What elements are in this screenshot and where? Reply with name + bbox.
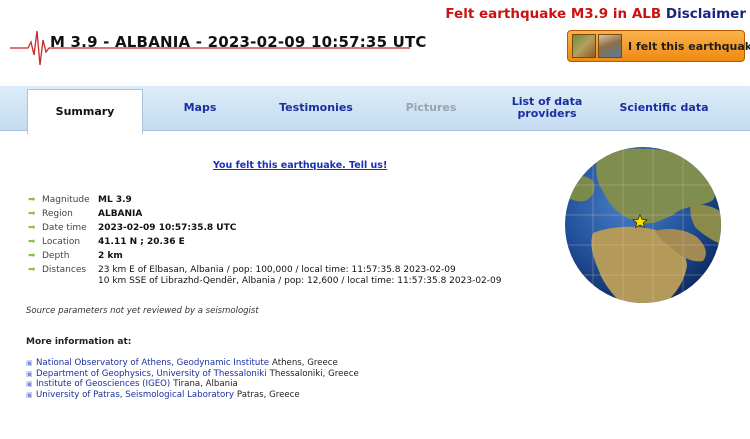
header-felt-banner: Felt earthquake M3.9 in ALB Disclaimer	[445, 6, 746, 22]
distance-line: 23 km E of Elbasan, Albania / pop: 100,0…	[98, 265, 456, 275]
felt-title: Felt earthquake M3.9 in ALB	[445, 6, 662, 22]
param-label: Date time	[42, 223, 87, 233]
event-title: M 3.9 - ALBANIA - 2023-02-09 10:57:35 UT…	[50, 33, 427, 51]
param-value: ALBANIA	[98, 209, 143, 219]
arrow-right-icon: ➡	[28, 265, 36, 275]
list-item: ▣ Department of Geophysics, University o…	[26, 369, 359, 380]
tell-us-link[interactable]: You felt this earthquake. Tell us!	[213, 160, 387, 171]
agency-location: Thessaloniki, Greece	[269, 368, 359, 379]
param-datetime: ➡ Date time 2023-02-09 10:57:35.8 UTC	[28, 223, 236, 236]
more-info-title: More information at:	[26, 337, 132, 347]
photo-thumb-icon	[598, 34, 622, 58]
param-distances: ➡ Distances 23 km E of Elbasan, Albania …	[28, 265, 501, 291]
list-item: ▣ National Observatory of Athens, Geodyn…	[26, 358, 359, 369]
list-item: ▣ Institute of Geosciences (IGEO) Tirana…	[26, 379, 359, 390]
photo-thumb-icon	[572, 34, 596, 58]
param-location: ➡ Location 41.11 N ; 20.36 E	[28, 237, 185, 250]
param-depth: ➡ Depth 2 km	[28, 251, 123, 264]
tab-summary[interactable]: Summary	[27, 89, 143, 134]
review-note: Source parameters not yet reviewed by a …	[26, 306, 259, 316]
agency-link[interactable]: University of Patras, Seismological Labo…	[36, 390, 234, 400]
list-item: ▣ University of Patras, Seismological La…	[26, 390, 359, 401]
agency-link[interactable]: Department of Geophysics, University of …	[36, 369, 267, 379]
disclaimer-link[interactable]: Disclaimer	[666, 6, 746, 22]
i-felt-button[interactable]: I felt this earthquake	[567, 30, 750, 62]
tab-testimonies[interactable]: Testimonies	[270, 86, 362, 130]
param-value: 2023-02-09 10:57:35.8 UTC	[98, 223, 237, 233]
param-label: Location	[42, 237, 81, 247]
agency-link[interactable]: National Observatory of Athens, Geodynam…	[36, 358, 269, 368]
param-label: Magnitude	[42, 195, 90, 205]
param-value: ML 3.9	[98, 195, 132, 205]
tab-label: List of data providers	[511, 95, 583, 120]
param-magnitude: ➡ Magnitude ML 3.9	[28, 195, 132, 208]
tab-data-providers[interactable]: List of data providers	[505, 86, 589, 130]
globe-map[interactable]	[563, 145, 723, 305]
distance-line: 10 km SSE of Librazhd-Qendër, Albania / …	[98, 276, 502, 286]
more-info-list: ▣ National Observatory of Athens, Geodyn…	[26, 358, 359, 400]
arrow-right-icon: ➡	[28, 209, 36, 219]
bullet-icon: ▣	[26, 390, 33, 399]
arrow-right-icon: ➡	[28, 223, 36, 233]
arrow-right-icon: ➡	[28, 237, 36, 247]
agency-location: Athens, Greece	[271, 358, 338, 369]
tab-scientific-data[interactable]: Scientific data	[613, 86, 715, 130]
tab-label: Pictures	[405, 101, 457, 114]
tab-label: Maps	[183, 101, 217, 114]
param-value: 23 km E of Elbasan, Albania / pop: 100,0…	[98, 265, 501, 287]
bullet-icon: ▣	[26, 380, 33, 389]
param-label: Distances	[42, 265, 87, 275]
param-value: 41.11 N ; 20.36 E	[98, 237, 185, 247]
arrow-right-icon: ➡	[28, 195, 36, 205]
tab-maps[interactable]: Maps	[156, 86, 244, 130]
param-value: 2 km	[98, 251, 123, 261]
tab-pictures: Pictures	[390, 86, 472, 130]
tab-label: Summary	[55, 105, 115, 118]
i-felt-button-label: I felt this earthquake	[628, 39, 750, 53]
tab-bar: Summary Maps Testimonies Pictures List o…	[0, 86, 750, 134]
tab-label: Scientific data	[619, 101, 709, 114]
param-label: Depth	[42, 251, 70, 261]
param-region: ➡ Region ALBANIA	[28, 209, 142, 222]
agency-location: Patras, Greece	[236, 389, 300, 400]
agency-link[interactable]: Institute of Geosciences (IGEO)	[36, 379, 170, 389]
arrow-right-icon: ➡	[28, 251, 36, 261]
tab-label: Testimonies	[279, 101, 353, 114]
agency-location: Tirana, Albania	[173, 379, 238, 390]
bullet-icon: ▣	[26, 369, 33, 378]
bullet-icon: ▣	[26, 359, 33, 368]
param-label: Region	[42, 209, 73, 219]
